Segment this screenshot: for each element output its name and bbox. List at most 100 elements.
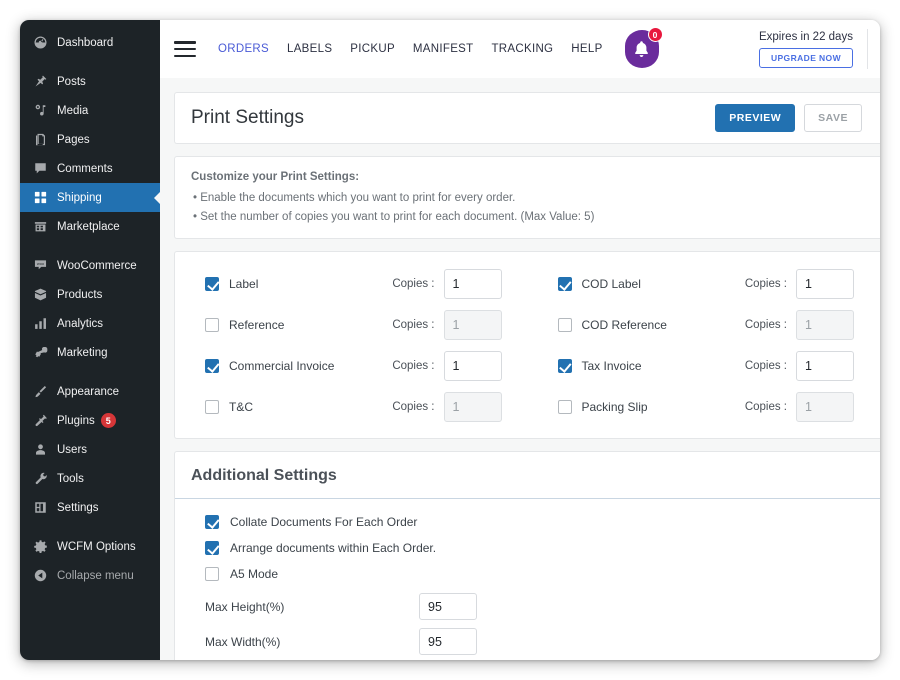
additional-checkbox-list: Collate Documents For Each Order Arrange … [205, 515, 880, 581]
tab-pickup[interactable]: PICKUP [350, 43, 395, 55]
save-button[interactable]: SAVE [804, 104, 862, 132]
box-icon [31, 286, 49, 304]
copies-label: Copies : [392, 400, 435, 413]
sidebar-item-posts[interactable]: Posts [20, 67, 160, 96]
sidebar-item-comments[interactable]: Comments [20, 154, 160, 183]
copies-input [796, 309, 854, 340]
documents-right-column: COD LabelCopies :COD ReferenceCopies :Ta… [528, 268, 881, 422]
comment-icon [31, 160, 49, 178]
copies-label: Copies : [744, 359, 787, 372]
upgrade-section: Expires in 22 days UPGRADE NOW [758, 29, 868, 69]
chart-icon [31, 315, 49, 333]
copies-input [443, 391, 502, 422]
sidebar-item-pages[interactable]: Pages [20, 125, 160, 154]
sidebar-item-plugins[interactable]: Plugins 5 [20, 406, 160, 435]
sidebar-item-marketplace[interactable]: Marketplace [20, 212, 160, 241]
sidebar-item-marketing[interactable]: Marketing [20, 338, 160, 367]
sidebar-item-label: Marketing [57, 346, 108, 359]
document-row: Commercial Invoice Copies : [205, 350, 528, 381]
sidebar-item-analytics[interactable]: Analytics [20, 309, 160, 338]
additional-check-row: Collate Documents For Each Order [205, 515, 880, 529]
settings-icon [31, 499, 49, 517]
copies-input [796, 391, 854, 422]
copies-input[interactable] [796, 268, 854, 299]
copies-label: Copies : [392, 359, 435, 372]
pin-icon [31, 73, 49, 91]
document-row: Tax Invoice Copies : [557, 350, 881, 381]
checkbox-label[interactable] [205, 276, 219, 291]
tab-labels[interactable]: LABELS [287, 43, 332, 55]
hamburger-icon[interactable] [174, 41, 196, 57]
sidebar-item-label: Products [57, 288, 103, 301]
checkbox-arrange-documents-within-each-order[interactable] [205, 541, 219, 555]
tab-manifest[interactable]: MANIFEST [413, 43, 474, 55]
sidebar-item-appearance[interactable]: Appearance [20, 377, 160, 406]
document-label: Packing Slip [581, 399, 648, 414]
field-label: Max Width(%) [205, 634, 281, 649]
settings-content: Print Settings PREVIEW SAVE Customize yo… [160, 78, 880, 660]
sidebar-item-label: Settings [57, 501, 99, 514]
brush-icon [31, 383, 49, 401]
sidebar-item-dashboard[interactable]: Dashboard [20, 28, 160, 57]
document-label: T&C [229, 399, 253, 414]
sidebar-item-users[interactable]: Users [20, 435, 160, 464]
sidebar-item-label: Shipping [57, 191, 102, 204]
checkbox-collate-documents-for-each-order[interactable] [205, 515, 219, 529]
input-max-height[interactable] [419, 593, 477, 620]
additional-check-label: Arrange documents within Each Order. [230, 541, 437, 555]
store-icon [31, 218, 49, 236]
document-label: Reference [229, 317, 285, 332]
document-label: Tax Invoice [581, 358, 642, 373]
copies-label: Copies : [744, 277, 787, 290]
additional-check-label: Collate Documents For Each Order [230, 515, 418, 529]
instructions-list: • Enable the documents which you want to… [191, 192, 864, 223]
sidebar-item-label: Pages [57, 133, 90, 146]
pages-icon [31, 131, 49, 149]
checkbox-cod-label[interactable] [557, 276, 572, 291]
additional-settings-card: Additional Settings Collate Documents Fo… [174, 451, 880, 660]
document-label: COD Reference [581, 317, 667, 332]
checkbox-cod-reference[interactable] [557, 317, 572, 332]
sidebar-item-collapse-menu[interactable]: Collapse menu [20, 561, 160, 590]
preview-button[interactable]: PREVIEW [715, 104, 796, 132]
sidebar-item-label: Users [57, 443, 88, 456]
admin-sidebar: Dashboard Posts Media Pages Comments Shipping… [20, 20, 161, 660]
sidebar-item-label: Comments [57, 162, 113, 175]
copies-input[interactable] [796, 350, 854, 381]
tab-help[interactable]: HELP [571, 43, 602, 55]
plug-icon [31, 412, 49, 430]
checkbox-tax-invoice[interactable] [557, 358, 572, 373]
checkbox-commercial-invoice[interactable] [205, 358, 219, 373]
plugin-top-nav: ORDERS LABELS PICKUP MANIFEST TRACKING HELP 0… [160, 20, 880, 78]
checkbox-reference[interactable] [205, 317, 219, 332]
input-max-width[interactable] [419, 628, 477, 655]
sidebar-item-settings[interactable]: Settings [20, 493, 160, 522]
sidebar-item-wcfm-options[interactable]: WCFM Options [20, 532, 160, 561]
additional-check-row: Arrange documents within Each Order. [205, 541, 880, 555]
sidebar-item-tools[interactable]: Tools [20, 464, 160, 493]
tab-tracking[interactable]: TRACKING [491, 43, 553, 55]
document-row: Packing Slip Copies : [557, 391, 881, 422]
sidebar-item-label: Media [57, 104, 89, 117]
dashboard-icon [31, 34, 49, 52]
additional-field-list: Max Height(%)Max Width(%)Margin Left(px)… [205, 593, 880, 660]
sidebar-item-shipping[interactable]: Shipping [20, 183, 161, 212]
copies-label: Copies : [392, 277, 435, 290]
woo-icon: woo [31, 257, 49, 275]
sidebar-item-products[interactable]: Products [20, 280, 160, 309]
copies-input[interactable] [443, 350, 502, 381]
grid-icon [31, 189, 49, 207]
sidebar-item-media[interactable]: Media [20, 96, 160, 125]
upgrade-now-button[interactable]: UPGRADE NOW [758, 47, 853, 68]
checkbox-a5-mode[interactable] [205, 567, 219, 581]
field-input-wrapper [419, 628, 477, 655]
notification-bell[interactable]: 0 [624, 27, 663, 68]
copies-input[interactable] [443, 268, 502, 299]
sidebar-item-woocommerce[interactable]: woo WooCommerce [20, 251, 160, 280]
page-header-card: Print Settings PREVIEW SAVE [174, 92, 880, 144]
documents-left-column: LabelCopies :ReferenceCopies :Commercial… [175, 268, 528, 422]
megaphone-icon [31, 344, 49, 362]
tab-orders[interactable]: ORDERS [218, 43, 269, 55]
checkbox-packing-slip[interactable] [557, 399, 572, 414]
checkbox-t-c[interactable] [205, 399, 219, 414]
